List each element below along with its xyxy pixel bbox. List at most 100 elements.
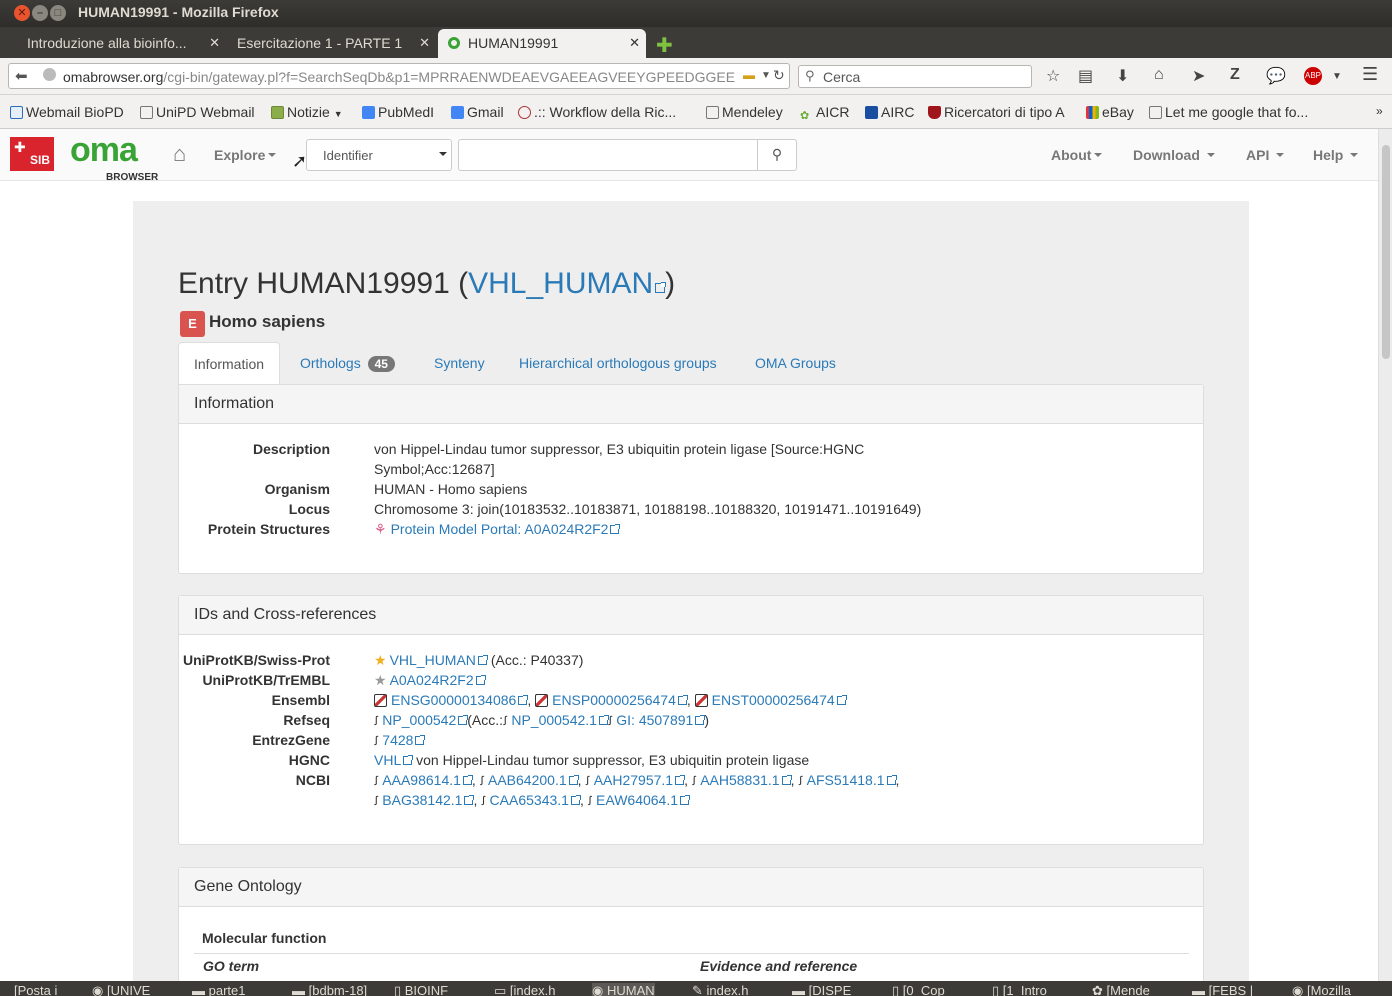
bookmark-ebay[interactable]: eBay: [1086, 104, 1134, 120]
search-type-select[interactable]: Identifier: [306, 139, 452, 171]
tab-label: HUMAN19991: [468, 35, 559, 51]
ncbi-link[interactable]: AAB64200.1: [488, 772, 579, 788]
taskbar-item-active[interactable]: ◉ HUMAN: [592, 983, 655, 996]
protein-model-portal-link[interactable]: Protein Model Portal: A0A024R2F2: [391, 521, 621, 537]
url-bar[interactable]: ⬅ omabrowser.org/cgi-bin/gateway.pl?f=Se…: [8, 63, 790, 89]
maximize-window-button[interactable]: □: [50, 5, 66, 21]
chat-icon[interactable]: 💬: [1266, 66, 1286, 86]
tab-introduzione[interactable]: Introduzione alla bioinfo... ✕: [18, 29, 226, 58]
ebay-icon: [1086, 106, 1099, 119]
oma-search-button[interactable]: ⚲: [757, 139, 797, 171]
download-icon[interactable]: ⬇: [1116, 66, 1129, 86]
close-tab-icon[interactable]: ✕: [629, 35, 640, 51]
search-input[interactable]: ⚲ Cerca: [798, 65, 1032, 88]
sib-logo[interactable]: ✚ SIB: [10, 137, 54, 171]
swissprot-link[interactable]: VHL_HUMAN: [390, 652, 488, 668]
bookmark-star-icon[interactable]: ☆: [1046, 66, 1060, 86]
tab-hogs[interactable]: Hierarchical orthologous groups: [504, 342, 732, 384]
send-icon[interactable]: ➤: [1192, 66, 1205, 86]
reading-list-icon[interactable]: ▤: [1078, 66, 1093, 86]
about-menu[interactable]: About: [1051, 147, 1103, 163]
bookmark-webmail-biopd[interactable]: Webmail BioPD: [10, 104, 124, 120]
refseq-link[interactable]: NP_000542: [382, 712, 469, 728]
bookmark-aicr[interactable]: ✿ AICR: [800, 104, 849, 122]
adblock-icon[interactable]: ABP: [1304, 67, 1322, 85]
row-key: NCBI: [295, 772, 330, 788]
bookmark-gmail[interactable]: Gmail: [451, 104, 504, 120]
site-info-icon[interactable]: [43, 68, 56, 81]
bookmark-unipd-webmail[interactable]: UniPD Webmail: [140, 104, 255, 120]
tab-information[interactable]: Information: [178, 342, 281, 384]
minimize-window-button[interactable]: –: [32, 5, 48, 21]
bookmark-airc[interactable]: AIRC: [865, 104, 914, 120]
reload-icon[interactable]: ↻: [773, 67, 785, 84]
back-arrow-icon[interactable]: ⬅: [15, 67, 28, 85]
adblock-dropdown-icon[interactable]: ▼: [1332, 71, 1342, 82]
tab-esercitazione[interactable]: Esercitazione 1 - PARTE 1 ✕: [228, 29, 436, 58]
taskbar-item[interactable]: ▬ [bdbm-18]: [292, 983, 367, 996]
trembl-link[interactable]: A0A024R2F2: [390, 672, 486, 688]
oma-search-input[interactable]: [458, 139, 758, 171]
bookmark-workflow[interactable]: .:: Workflow della Ric...: [518, 104, 676, 120]
ensembl-row: Ensembl ENSG00000134086, ENSP00000256474…: [179, 692, 1179, 712]
explore-menu[interactable]: Explore: [214, 147, 277, 163]
ncbi-link[interactable]: EAW64064.1: [596, 792, 691, 808]
tab-human19991[interactable]: HUMAN19991 ✕: [438, 29, 646, 58]
zotero-icon[interactable]: Z: [1230, 66, 1240, 84]
scrollbar-thumb[interactable]: [1382, 145, 1390, 359]
taskbar-item[interactable]: ▬ parte1: [192, 983, 246, 996]
url-text[interactable]: omabrowser.org/cgi-bin/gateway.pl?f=Sear…: [63, 69, 743, 85]
taskbar-item[interactable]: ▬ [FEBS |: [1192, 983, 1253, 996]
ensembl-transcript-link[interactable]: ENST00000256474: [712, 692, 847, 708]
tab-oma-groups[interactable]: OMA Groups: [740, 342, 851, 384]
taskbar-item[interactable]: ◉ [Mozilla: [1292, 983, 1351, 996]
bookmark-lmgtfy[interactable]: Let me google that fo...: [1149, 104, 1308, 120]
tab-synteny[interactable]: Synteny: [419, 342, 500, 384]
bookmark-ricercatori[interactable]: Ricercatori di tipo A: [928, 104, 1065, 120]
gi-link[interactable]: GI: 4507891: [616, 712, 706, 728]
taskbar-item[interactable]: ◉ [UNIVE: [92, 983, 150, 996]
refseq-acc-link[interactable]: NP_000542.1: [511, 712, 609, 728]
more-bookmarks-chevron-icon[interactable]: »: [1376, 104, 1383, 118]
help-menu[interactable]: Help: [1313, 147, 1359, 163]
close-window-button[interactable]: ✕: [14, 5, 30, 21]
ensembl-protein-link[interactable]: ENSP00000256474: [552, 692, 688, 708]
bookmark-mendeley[interactable]: Mendeley: [706, 104, 783, 120]
locus-value: Chromosome 3: join(10183532..10183871, 1…: [374, 501, 922, 517]
organism-link[interactable]: HUMAN - Homo sapiens: [374, 481, 527, 497]
dropdown-arrow-icon[interactable]: ▼: [761, 70, 771, 81]
taskbar-item[interactable]: ✿ [Mende: [1092, 983, 1150, 996]
page-scrollbar[interactable]: [1378, 129, 1392, 981]
ncbi-link[interactable]: AAH27957.1: [594, 772, 686, 788]
taskbar-item[interactable]: ▭ [index.h: [494, 983, 555, 996]
taskbar-item[interactable]: ▯ [1_Intro: [992, 983, 1047, 996]
vhl-human-link[interactable]: VHL_HUMAN: [468, 267, 667, 300]
taskbar-item[interactable]: ✎ index.h: [692, 983, 748, 996]
swissprot-value: ★ VHL_HUMAN (Acc.: P40337): [374, 652, 583, 669]
bookmark-pubmed[interactable]: PubMedI: [362, 104, 434, 120]
menu-hamburger-icon[interactable]: ☰: [1362, 64, 1378, 85]
home-icon[interactable]: ⌂: [1154, 66, 1164, 84]
tab-orthologs[interactable]: Orthologs 45: [285, 342, 410, 384]
oma-browser-logo[interactable]: oma BROWSER: [70, 133, 158, 183]
ncbi-link[interactable]: AAH58831.1: [700, 772, 792, 788]
taskbar-item[interactable]: [Posta i: [14, 983, 57, 996]
ncbi-link[interactable]: AFS51418.1: [807, 772, 897, 788]
ncbi-link[interactable]: BAG38142.1: [382, 792, 475, 808]
close-tab-icon[interactable]: ✕: [209, 35, 220, 51]
taskbar-item[interactable]: ▯ [0_Cop: [892, 983, 945, 996]
taskbar-item[interactable]: ▯ BIOINF: [394, 983, 448, 996]
bookmark-notizie[interactable]: Notizie ▼: [271, 104, 343, 120]
ncbi-link[interactable]: AAA98614.1: [382, 772, 473, 788]
home-icon[interactable]: ⌂: [173, 141, 186, 167]
ensembl-gene-link[interactable]: ENSG00000134086: [391, 692, 529, 708]
download-menu[interactable]: Download: [1133, 147, 1215, 163]
close-tab-icon[interactable]: ✕: [419, 35, 430, 51]
api-menu[interactable]: API: [1246, 147, 1285, 163]
entrez-link[interactable]: 7428: [382, 732, 426, 748]
ncbi-link[interactable]: CAA65343.1: [490, 792, 581, 808]
taskbar-item[interactable]: ▬ [DISPE: [792, 983, 851, 996]
folder-icon[interactable]: ▬: [743, 68, 755, 82]
new-tab-plus-icon[interactable]: ✚: [656, 33, 673, 58]
hgnc-link[interactable]: VHL: [374, 752, 414, 768]
